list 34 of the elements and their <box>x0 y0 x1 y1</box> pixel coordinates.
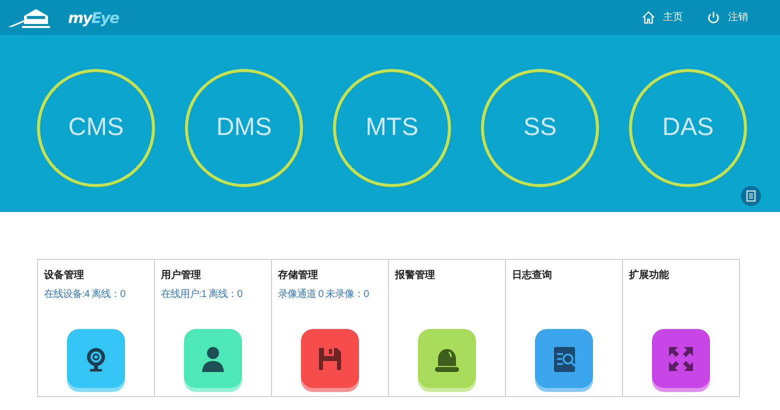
module-tile[interactable] <box>418 329 476 388</box>
home-link[interactable]: 主页 <box>663 10 683 25</box>
logo-text: my <box>68 8 92 26</box>
module-tile[interactable] <box>535 329 593 388</box>
module-card[interactable]: 设备管理 在线设备:4 离线：0 <box>37 259 155 397</box>
document-button[interactable] <box>741 186 761 206</box>
module-card[interactable]: 存储管理 录像通道 0 未录像：0 <box>271 259 389 397</box>
module-tile[interactable] <box>184 329 242 388</box>
module-status: 在线设备:4 离线：0 <box>44 288 126 302</box>
module-tile[interactable] <box>67 329 125 388</box>
server-circle[interactable]: DAS <box>629 69 747 187</box>
module-title: 设备管理 <box>44 268 85 283</box>
module-tile[interactable] <box>301 329 359 388</box>
server-circle[interactable]: MTS <box>333 69 451 187</box>
home-icon <box>642 11 655 24</box>
server-circle[interactable]: CMS <box>37 69 155 187</box>
module-title: 扩展功能 <box>629 268 670 283</box>
module-card[interactable]: 日志查询 <box>505 259 623 397</box>
server-circle[interactable]: DMS <box>185 69 303 187</box>
module-card[interactable]: 扩展功能 <box>622 259 740 397</box>
server-circle[interactable]: SS <box>481 69 599 187</box>
module-title: 日志查询 <box>512 268 553 283</box>
module-title: 存储管理 <box>278 268 319 283</box>
module-title: 用户管理 <box>161 268 202 283</box>
module-status: 录像通道 0 未录像：0 <box>278 288 370 302</box>
module-title: 报警管理 <box>395 268 436 283</box>
module-card[interactable]: 用户管理 在线用户:1 离线：0 <box>154 259 272 397</box>
document-icon <box>746 190 756 202</box>
module-status: 在线用户:1 离线：0 <box>161 288 244 302</box>
module-tile[interactable] <box>652 329 710 388</box>
logo-text: Eye <box>91 8 119 26</box>
module-card[interactable]: 报警管理 <box>388 259 506 397</box>
power-icon <box>707 11 720 24</box>
logout-link[interactable]: 注销 <box>728 10 748 25</box>
